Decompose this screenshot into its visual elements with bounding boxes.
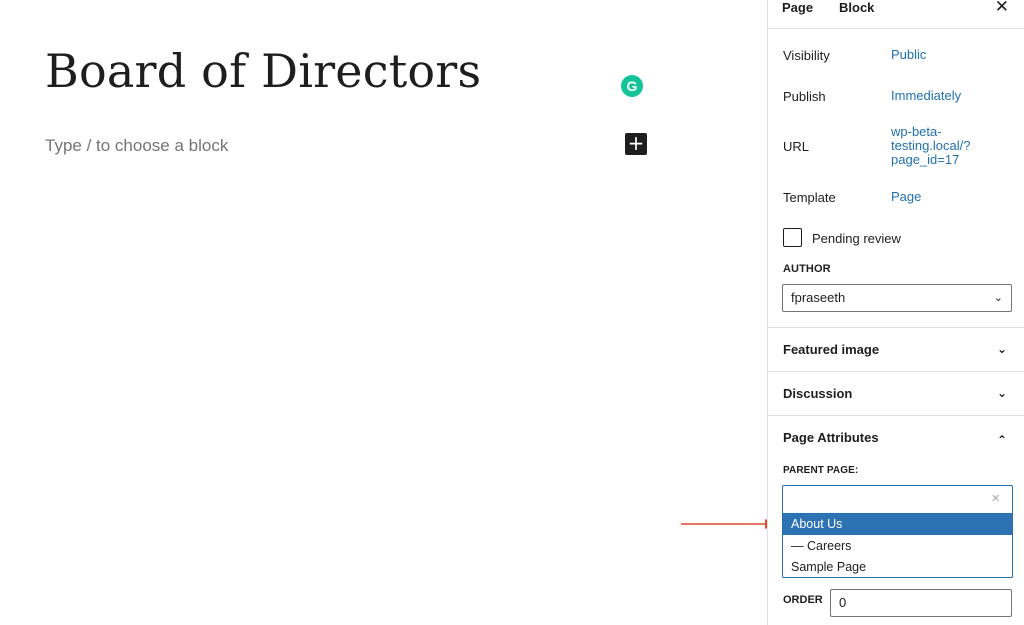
grammarly-icon[interactable]: G (621, 75, 643, 97)
parent-option-careers[interactable]: — Careers (783, 536, 1012, 557)
template-label: Template (783, 190, 836, 205)
annotation-arrow-icon (681, 519, 776, 529)
sidebar-tabs: Page Block ✕ (768, 0, 1024, 29)
panel-title: Featured image (783, 342, 880, 357)
order-input[interactable]: 0 (830, 589, 1012, 617)
panel-discussion[interactable]: Discussion ⌄ (768, 371, 1024, 415)
add-block-button[interactable]: + (625, 133, 647, 155)
url-value-link[interactable]: wp-beta- testing.local/? page_id=17 (891, 125, 971, 167)
panel-featured-image[interactable]: Featured image ⌄ (768, 327, 1024, 371)
url-line: testing.local/? (891, 138, 971, 153)
parent-option-sample-page[interactable]: Sample Page (783, 557, 1012, 578)
chevron-down-icon: ⌄ (993, 292, 1003, 304)
chevron-down-icon: ⌄ (996, 386, 1007, 400)
visibility-value-link[interactable]: Public (891, 48, 926, 62)
panel-title: Discussion (783, 386, 853, 401)
tab-block[interactable]: Block (839, 0, 874, 15)
page-title[interactable]: Board of Directors (45, 44, 481, 98)
parent-page-label: PARENT PAGE: (783, 465, 859, 476)
pending-review-label[interactable]: Pending review (812, 231, 901, 246)
template-value-link[interactable]: Page (891, 190, 921, 204)
chevron-up-icon: ⌃ (996, 433, 1007, 447)
author-label: AUTHOR (783, 263, 831, 275)
visibility-label: Visibility (783, 48, 830, 63)
settings-sidebar: Page Block ✕ Visibility Public Publish I… (767, 0, 1024, 625)
url-line: wp-beta- (891, 124, 942, 139)
url-line: page_id=17 (891, 152, 960, 167)
panel-title: Page Attributes (783, 430, 879, 445)
publish-value-link[interactable]: Immediately (891, 89, 961, 103)
block-placeholder[interactable]: Type / to choose a block (45, 136, 228, 156)
author-select[interactable]: fpraseeth ⌄ (782, 284, 1012, 312)
parent-page-input[interactable] (783, 486, 1012, 514)
panel-page-attributes[interactable]: Page Attributes ⌃ (768, 415, 1024, 459)
url-label: URL (783, 139, 810, 154)
editor-canvas: Board of Directors G Type / to choose a … (0, 0, 767, 625)
parent-option-about-us[interactable]: About Us (783, 514, 1012, 535)
chevron-down-icon: ⌄ (996, 342, 1007, 356)
order-label: ORDER (783, 594, 823, 606)
tab-page[interactable]: Page (782, 0, 813, 15)
clear-icon[interactable]: × (991, 490, 1000, 507)
publish-label: Publish (783, 89, 826, 104)
pending-review-checkbox[interactable] (783, 228, 802, 247)
close-sidebar-button[interactable]: ✕ (995, 0, 1009, 17)
parent-page-combobox[interactable]: × About Us — Careers Sample Page (782, 485, 1013, 578)
author-value: fpraseeth (791, 290, 846, 305)
